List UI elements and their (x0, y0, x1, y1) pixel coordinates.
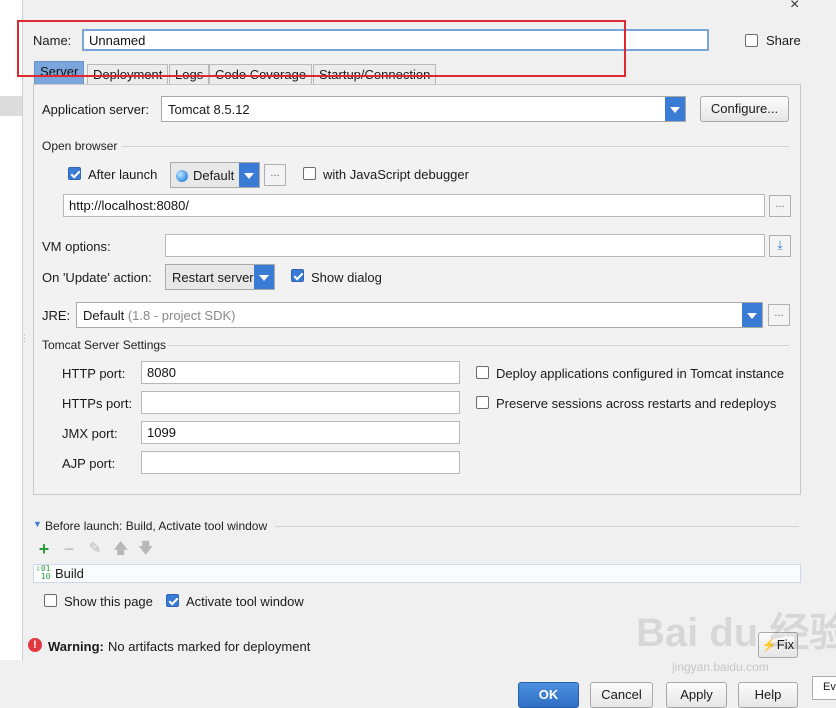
warning-label: Warning: (48, 639, 104, 654)
update-action-value: Restart server (172, 270, 254, 285)
chevron-down-icon[interactable] (239, 163, 259, 187)
app-server-select[interactable]: Tomcat 8.5.12 (161, 96, 686, 122)
list-item[interactable]: ⇩01 10 Build (33, 564, 801, 583)
update-action-select[interactable]: Restart server (165, 264, 275, 290)
js-debugger-label: with JavaScript debugger (323, 167, 469, 182)
divider (122, 146, 789, 147)
url-more-button[interactable]: ... (769, 195, 791, 217)
watermark-url: jingyan.baidu.com (672, 660, 769, 674)
tab-logs[interactable]: Logs (169, 64, 210, 84)
move-up-icon[interactable]: 🡅 (113, 541, 128, 556)
browser-select[interactable]: Default (170, 162, 260, 188)
https-port-label: HTTPs port: (62, 396, 133, 411)
show-page-label: Show this page (64, 594, 153, 609)
show-dialog-label: Show dialog (311, 270, 382, 285)
name-input[interactable] (82, 29, 709, 51)
before-launch-title: Before launch: Build, Activate tool wind… (45, 519, 268, 533)
http-port-label: HTTP port: (62, 366, 126, 381)
preserve-sessions-label: Preserve sessions across restarts and re… (496, 396, 777, 411)
after-launch-checkbox[interactable] (68, 167, 81, 180)
tab-server[interactable]: Server (34, 61, 85, 84)
apply-button[interactable]: Apply (666, 682, 727, 708)
chevron-down-icon[interactable] (742, 303, 762, 327)
share-label: Share (766, 33, 801, 48)
edit-pencil-icon[interactable]: ✎ (88, 541, 102, 556)
background-window-tab[interactable]: Eve (812, 676, 836, 700)
tab-startup-connection[interactable]: Startup/Connection (313, 64, 437, 84)
show-dialog-checkbox[interactable] (291, 269, 304, 282)
left-panel-strip (0, 0, 23, 660)
divider (168, 345, 789, 346)
show-page-checkbox[interactable] (44, 594, 57, 607)
update-action-label: On 'Update' action: (42, 270, 152, 285)
jre-more-button[interactable]: ... (768, 304, 790, 326)
chevron-down-icon[interactable] (254, 265, 274, 289)
warning-message: No artifacts marked for deployment (108, 639, 311, 654)
ajp-port-input[interactable] (141, 451, 460, 474)
activate-tool-label: Activate tool window (186, 594, 304, 609)
background-window-label: Eve (823, 681, 836, 693)
activate-tool-checkbox[interactable] (166, 594, 179, 607)
browser-value: Default (193, 168, 235, 183)
jmx-port-label: JMX port: (62, 426, 118, 441)
fix-button[interactable]: ⚡Fix (758, 632, 798, 658)
https-port-input[interactable] (141, 391, 460, 414)
tab-deployment[interactable]: Deployment (87, 64, 169, 84)
jmx-port-input[interactable] (141, 421, 460, 444)
warning-icon: ! (28, 638, 42, 652)
left-panel-selected-row[interactable] (0, 96, 22, 116)
jre-value: Default (83, 308, 125, 323)
remove-icon[interactable]: − (62, 540, 76, 558)
jre-hint: (1.8 - project SDK) (127, 308, 236, 323)
vm-options-label: VM options: (42, 239, 111, 254)
deploy-configured-checkbox[interactable] (476, 366, 489, 379)
add-icon[interactable]: + (37, 540, 51, 558)
vm-options-input[interactable] (165, 234, 765, 257)
deploy-configured-label: Deploy applications configured in Tomcat… (496, 366, 785, 381)
fix-button-label: Fix (776, 637, 795, 652)
expand-icon[interactable]: ⤓ (769, 235, 791, 257)
divider (275, 526, 799, 527)
url-input[interactable] (63, 194, 765, 217)
tomcat-settings-title: Tomcat Server Settings (42, 338, 167, 352)
js-debugger-checkbox[interactable] (303, 167, 316, 180)
move-down-icon[interactable]: 🡇 (138, 541, 153, 556)
open-browser-title: Open browser (42, 139, 118, 153)
share-checkbox[interactable] (745, 34, 758, 47)
browser-more-button[interactable]: ... (264, 164, 286, 186)
build-icon: ⇩01 10 (36, 564, 51, 581)
build-task-label: Build (55, 566, 84, 581)
http-port-input[interactable] (141, 361, 460, 384)
name-label: Name: (33, 33, 72, 48)
watermark-logo: Bai du 经验 (636, 611, 836, 655)
ajp-port-label: AJP port: (62, 456, 116, 471)
browser-globe-icon (176, 170, 188, 182)
cancel-button[interactable]: Cancel (590, 682, 653, 708)
configure-button[interactable]: Configure... (700, 96, 789, 122)
ok-button[interactable]: OK (518, 682, 579, 708)
app-server-label: Application server: (42, 102, 149, 117)
close-icon[interactable]: × (790, 0, 799, 14)
splitter-grip-icon[interactable]: ⋮ (20, 334, 29, 350)
collapse-triangle-icon[interactable]: ▼ (33, 519, 42, 529)
after-launch-label: After launch (88, 167, 158, 182)
preserve-sessions-checkbox[interactable] (476, 396, 489, 409)
app-server-value: Tomcat 8.5.12 (168, 102, 250, 117)
jre-select[interactable]: Default (1.8 - project SDK) (76, 302, 763, 328)
chevron-down-icon[interactable] (665, 97, 685, 121)
help-button[interactable]: Help (738, 682, 798, 708)
tab-code-coverage[interactable]: Code Coverage (209, 64, 313, 84)
jre-label: JRE: (42, 308, 71, 323)
fix-bulb-icon: ⚡ (761, 638, 777, 652)
